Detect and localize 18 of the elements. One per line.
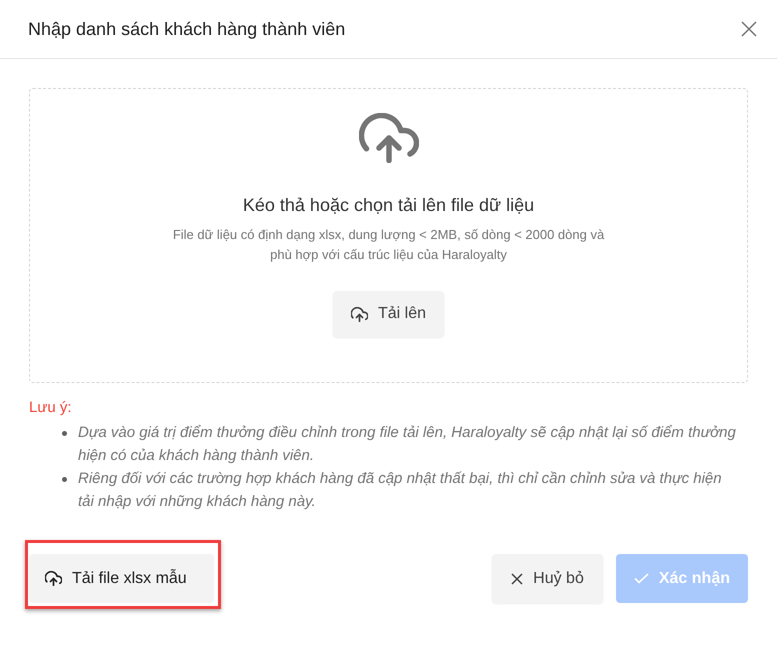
check-icon [634, 573, 649, 584]
bullet-icon [62, 477, 67, 482]
dropzone-heading: Kéo thả hoặc chọn tải lên file dữ liệu [242, 194, 534, 217]
template-download-button[interactable]: Tải file xlsx mẫu [29, 554, 214, 603]
dropzone-description: File dữ liệu có định dạng xlsx, dung lượng < 2MB, số dòng < 2000 dòng và phù hợp với cấu trúc liệu của Haraloyalty [172, 226, 606, 264]
upload-cloud-icon [45, 571, 62, 586]
close-icon [511, 572, 524, 584]
note-text: Riêng đối với các trường hợp khách hàng đã cập nhật thất bại, thì chỉ cần chỉnh sửa và thực hiện tải nhập với những khách hàng này. [78, 469, 723, 512]
bullet-icon [62, 431, 67, 436]
note-text: Dựa vào giá trị điểm thưởng điều chỉnh trong file tải lên, Haraloyalty sẽ cập nhật lại số điểm thưởng hiện có của khách hàng thành viên. [78, 423, 737, 466]
note-label: Lưu ý: [29, 398, 73, 418]
upload-cloud-icon [350, 306, 368, 322]
upload-button[interactable]: Tải lên [332, 291, 444, 337]
dropzone[interactable]: Kéo thả hoặc chọn tải lên file dữ liệu File dữ liệu có định dạng xlsx, dung lượng < 2MB, số dòng < 2000 dòng và phù hợp với cấu trúc liệu của Haraloyalty Tải lên [29, 88, 748, 383]
cancel-button[interactable]: Huỷ bỏ [492, 554, 603, 603]
close-icon [741, 21, 757, 37]
dialog-title: Nhập danh sách khách hàng thành viên [28, 18, 346, 41]
upload-cloud-icon [358, 113, 418, 163]
